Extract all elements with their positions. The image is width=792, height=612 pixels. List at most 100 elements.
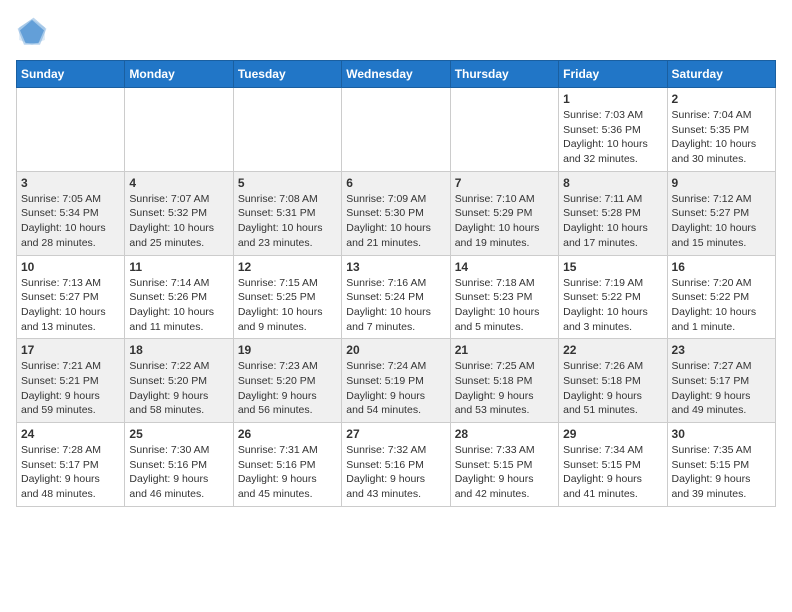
- day-number: 4: [129, 176, 228, 190]
- day-number: 26: [238, 427, 337, 441]
- calendar-cell: 11 Sunrise: 7:14 AMSunset: 5:26 PMDayligh…: [125, 255, 233, 339]
- day-info: Sunrise: 7:32 AMSunset: 5:16 PMDaylight:…: [346, 443, 445, 502]
- calendar-week-row: 1 Sunrise: 7:03 AMSunset: 5:36 PMDaylight…: [17, 88, 776, 172]
- day-number: 22: [563, 343, 662, 357]
- day-number: 24: [21, 427, 120, 441]
- day-info: Sunrise: 7:18 AMSunset: 5:23 PMDaylight:…: [455, 276, 554, 335]
- calendar-cell: 6Sunrise: 7:09 AMSunset: 5:30 PMDaylight…: [342, 171, 450, 255]
- calendar-cell: 20 Sunrise: 7:24 AMSunset: 5:19 PMDayligh…: [342, 339, 450, 423]
- day-info: Sunrise: 7:31 AMSunset: 5:16 PMDaylight:…: [238, 443, 337, 502]
- day-number: 23: [672, 343, 771, 357]
- weekday-header: Tuesday: [233, 61, 341, 88]
- day-info: Sunrise: 7:04 AMSunset: 5:35 PMDaylight:…: [672, 108, 771, 167]
- calendar-cell: 2 Sunrise: 7:04 AMSunset: 5:35 PMDaylight…: [667, 88, 775, 172]
- day-info: Sunrise: 7:35 AMSunset: 5:15 PMDaylight:…: [672, 443, 771, 502]
- logo-icon: [16, 16, 48, 48]
- day-number: 12: [238, 260, 337, 274]
- day-number: 9: [672, 176, 771, 190]
- calendar-cell: 26 Sunrise: 7:31 AMSunset: 5:16 PMDayligh…: [233, 423, 341, 507]
- calendar-cell: 18 Sunrise: 7:22 AMSunset: 5:20 PMDayligh…: [125, 339, 233, 423]
- day-number: 30: [672, 427, 771, 441]
- day-number: 13: [346, 260, 445, 274]
- day-number: 17: [21, 343, 120, 357]
- day-info: Sunrise: 7:26 AMSunset: 5:18 PMDaylight:…: [563, 359, 662, 418]
- weekday-header: Friday: [559, 61, 667, 88]
- calendar-cell: [450, 88, 558, 172]
- calendar-cell: 21Sunrise: 7:25 AMSunset: 5:18 PMDayligh…: [450, 339, 558, 423]
- calendar-week-row: 10 Sunrise: 7:13 AMSunset: 5:27 PMDayligh…: [17, 255, 776, 339]
- day-info: Sunrise: 7:19 AMSunset: 5:22 PMDaylight:…: [563, 276, 662, 335]
- day-info: Sunrise: 7:22 AMSunset: 5:20 PMDaylight:…: [129, 359, 228, 418]
- day-info: Sunrise: 7:03 AMSunset: 5:36 PMDaylight:…: [563, 108, 662, 167]
- calendar-cell: 9 Sunrise: 7:12 AMSunset: 5:27 PMDaylight…: [667, 171, 775, 255]
- weekday-header: Monday: [125, 61, 233, 88]
- calendar-cell: 14 Sunrise: 7:18 AMSunset: 5:23 PMDayligh…: [450, 255, 558, 339]
- calendar-cell: 3 Sunrise: 7:05 AMSunset: 5:34 PMDaylight…: [17, 171, 125, 255]
- day-number: 8: [563, 176, 662, 190]
- day-number: 20: [346, 343, 445, 357]
- calendar-cell: 15 Sunrise: 7:19 AMSunset: 5:22 PMDayligh…: [559, 255, 667, 339]
- day-number: 18: [129, 343, 228, 357]
- weekday-header: Saturday: [667, 61, 775, 88]
- day-info: Sunrise: 7:09 AMSunset: 5:30 PMDaylight:…: [346, 192, 445, 251]
- day-number: 15: [563, 260, 662, 274]
- calendar-cell: 12 Sunrise: 7:15 AMSunset: 5:25 PMDayligh…: [233, 255, 341, 339]
- day-info: Sunrise: 7:07 AMSunset: 5:32 PMDaylight:…: [129, 192, 228, 251]
- calendar-cell: [17, 88, 125, 172]
- day-number: 28: [455, 427, 554, 441]
- calendar-cell: 5 Sunrise: 7:08 AMSunset: 5:31 PMDaylight…: [233, 171, 341, 255]
- calendar-cell: 25 Sunrise: 7:30 AMSunset: 5:16 PMDayligh…: [125, 423, 233, 507]
- day-number: 25: [129, 427, 228, 441]
- calendar-cell: [342, 88, 450, 172]
- day-number: 7: [455, 176, 554, 190]
- day-info: Sunrise: 7:08 AMSunset: 5:31 PMDaylight:…: [238, 192, 337, 251]
- calendar-cell: 27Sunrise: 7:32 AMSunset: 5:16 PMDayligh…: [342, 423, 450, 507]
- day-info: Sunrise: 7:24 AMSunset: 5:19 PMDaylight:…: [346, 359, 445, 418]
- day-number: 5: [238, 176, 337, 190]
- logo: [16, 16, 52, 48]
- calendar-cell: 13 Sunrise: 7:16 AMSunset: 5:24 PMDayligh…: [342, 255, 450, 339]
- calendar-header-row: SundayMondayTuesdayWednesdayThursdayFrid…: [17, 61, 776, 88]
- day-info: Sunrise: 7:10 AMSunset: 5:29 PMDaylight:…: [455, 192, 554, 251]
- calendar-cell: 30 Sunrise: 7:35 AMSunset: 5:15 PMDayligh…: [667, 423, 775, 507]
- day-info: Sunrise: 7:21 AMSunset: 5:21 PMDaylight:…: [21, 359, 120, 418]
- day-info: Sunrise: 7:20 AMSunset: 5:22 PMDaylight:…: [672, 276, 771, 335]
- day-info: Sunrise: 7:33 AMSunset: 5:15 PMDaylight:…: [455, 443, 554, 502]
- calendar-cell: [233, 88, 341, 172]
- calendar-cell: 16 Sunrise: 7:20 AMSunset: 5:22 PMDayligh…: [667, 255, 775, 339]
- day-info: Sunrise: 7:13 AMSunset: 5:27 PMDaylight:…: [21, 276, 120, 335]
- day-info: Sunrise: 7:11 AMSunset: 5:28 PMDaylight:…: [563, 192, 662, 251]
- calendar-table: SundayMondayTuesdayWednesdayThursdayFrid…: [16, 60, 776, 507]
- calendar-cell: 28 Sunrise: 7:33 AMSunset: 5:15 PMDayligh…: [450, 423, 558, 507]
- calendar-cell: 22 Sunrise: 7:26 AMSunset: 5:18 PMDayligh…: [559, 339, 667, 423]
- day-info: Sunrise: 7:30 AMSunset: 5:16 PMDaylight:…: [129, 443, 228, 502]
- day-info: Sunrise: 7:14 AMSunset: 5:26 PMDaylight:…: [129, 276, 228, 335]
- day-info: Sunrise: 7:15 AMSunset: 5:25 PMDaylight:…: [238, 276, 337, 335]
- calendar-cell: 17 Sunrise: 7:21 AMSunset: 5:21 PMDayligh…: [17, 339, 125, 423]
- page-header: [16, 16, 776, 48]
- day-info: Sunrise: 7:34 AMSunset: 5:15 PMDaylight:…: [563, 443, 662, 502]
- weekday-header: Sunday: [17, 61, 125, 88]
- day-number: 16: [672, 260, 771, 274]
- day-info: Sunrise: 7:28 AMSunset: 5:17 PMDaylight:…: [21, 443, 120, 502]
- day-info: Sunrise: 7:16 AMSunset: 5:24 PMDaylight:…: [346, 276, 445, 335]
- day-info: Sunrise: 7:12 AMSunset: 5:27 PMDaylight:…: [672, 192, 771, 251]
- calendar-cell: 19Sunrise: 7:23 AMSunset: 5:20 PMDayligh…: [233, 339, 341, 423]
- calendar-cell: 8 Sunrise: 7:11 AMSunset: 5:28 PMDaylight…: [559, 171, 667, 255]
- day-number: 2: [672, 92, 771, 106]
- day-number: 19: [238, 343, 337, 357]
- calendar-cell: 24 Sunrise: 7:28 AMSunset: 5:17 PMDayligh…: [17, 423, 125, 507]
- weekday-header: Wednesday: [342, 61, 450, 88]
- day-number: 1: [563, 92, 662, 106]
- calendar-cell: 29Sunrise: 7:34 AMSunset: 5:15 PMDayligh…: [559, 423, 667, 507]
- day-number: 3: [21, 176, 120, 190]
- calendar-cell: 4 Sunrise: 7:07 AMSunset: 5:32 PMDaylight…: [125, 171, 233, 255]
- calendar-cell: 10 Sunrise: 7:13 AMSunset: 5:27 PMDayligh…: [17, 255, 125, 339]
- calendar-week-row: 3 Sunrise: 7:05 AMSunset: 5:34 PMDaylight…: [17, 171, 776, 255]
- day-number: 10: [21, 260, 120, 274]
- calendar-cell: [125, 88, 233, 172]
- day-number: 14: [455, 260, 554, 274]
- day-info: Sunrise: 7:25 AMSunset: 5:18 PMDaylight:…: [455, 359, 554, 418]
- day-number: 11: [129, 260, 228, 274]
- day-info: Sunrise: 7:05 AMSunset: 5:34 PMDaylight:…: [21, 192, 120, 251]
